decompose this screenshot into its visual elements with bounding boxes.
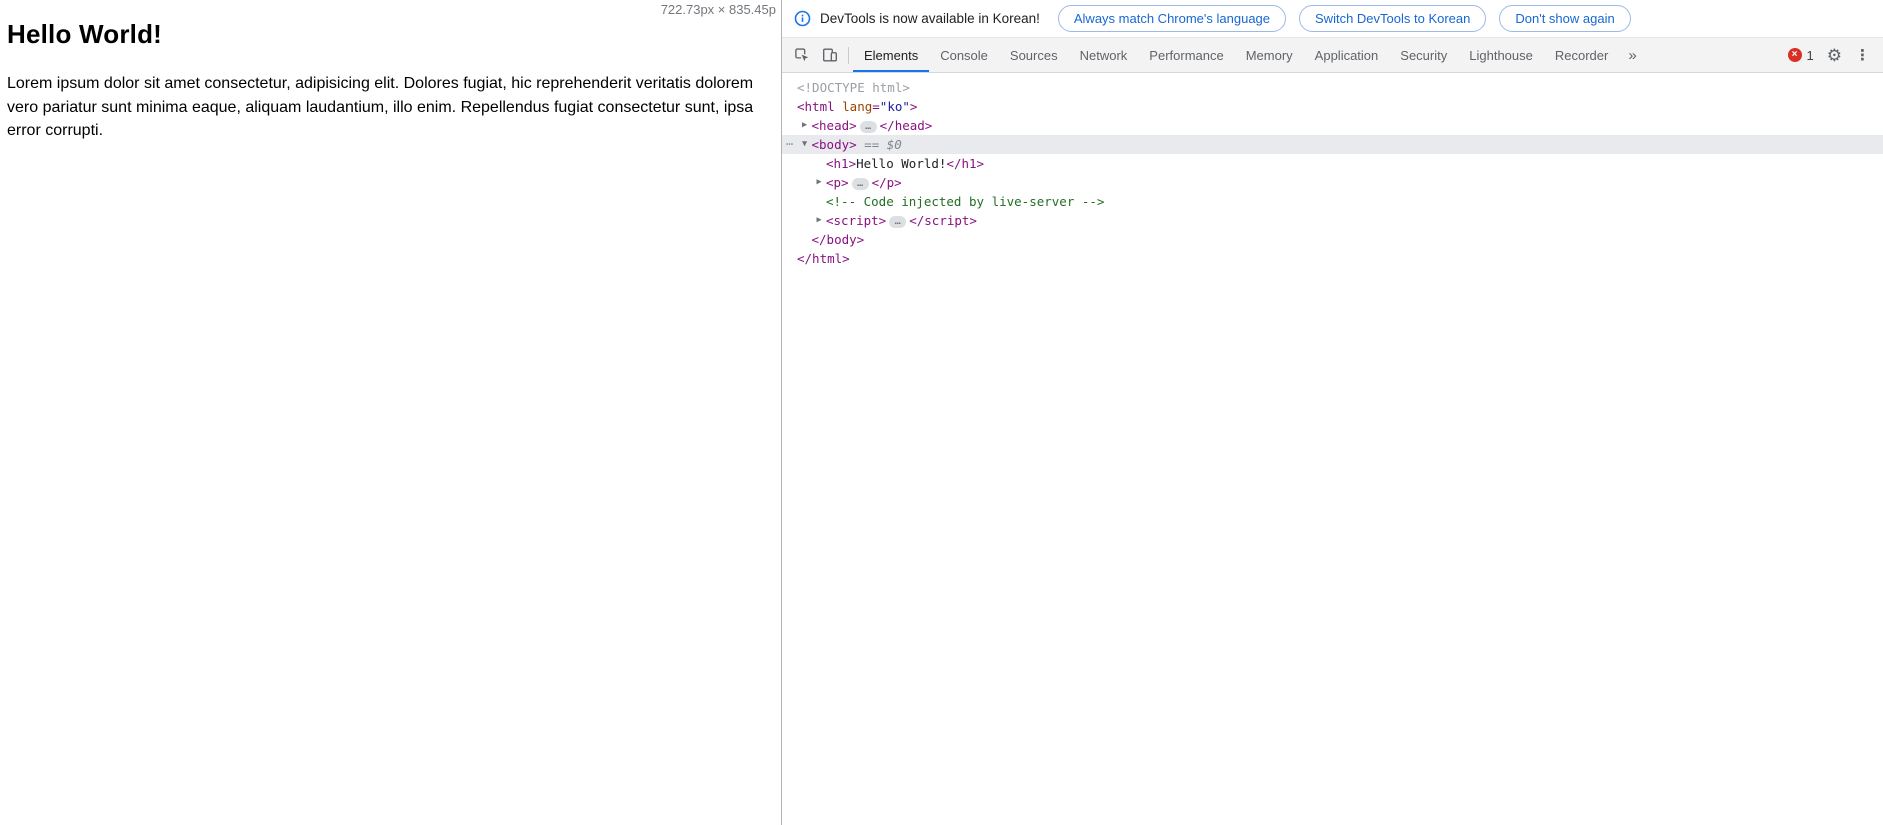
- browser-window: Hello World! Lorem ipsum dolor sit amet …: [0, 0, 1883, 825]
- token-tag: </h1>: [946, 156, 985, 171]
- device-toolbar-icon[interactable]: [816, 38, 844, 72]
- dom-tree-row[interactable]: <h1>Hello World!</h1>: [782, 154, 1883, 173]
- token-ellipsis: …: [859, 121, 877, 133]
- token-ellipsis: …: [889, 216, 907, 228]
- page-heading: Hello World!: [7, 19, 163, 49]
- expand-arrow-icon[interactable]: ▶: [813, 211, 825, 230]
- dom-tree-row[interactable]: ▶ <script>… </script>: [782, 211, 1883, 230]
- infobar-buttons: Always match Chrome's language Switch Dev…: [1057, 5, 1631, 32]
- token-comment: <!-- Code injected by live-server -->: [826, 194, 1105, 209]
- page-viewport: Hello World! Lorem ipsum dolor sit amet …: [0, 0, 781, 825]
- tab-application[interactable]: Application: [1304, 38, 1390, 72]
- tab-memory[interactable]: Memory: [1235, 38, 1304, 72]
- token-tag: </script>: [909, 213, 977, 228]
- token-attr: lang: [842, 99, 873, 114]
- info-icon: [794, 10, 811, 27]
- tab-lighthouse[interactable]: Lighthouse: [1458, 38, 1544, 72]
- expand-arrow-icon[interactable]: ▶: [799, 116, 811, 135]
- token-tag: =: [872, 99, 880, 114]
- devtools-panel: DevTools is now available in Korean! Alw…: [781, 0, 1883, 825]
- devtools-tabs: Elements Console Sources Network Performance…: [853, 38, 1619, 72]
- token-tag: <p>: [826, 175, 849, 190]
- token-tag: <html: [797, 99, 843, 114]
- token-doctype: <!DOCTYPE html>: [797, 80, 910, 95]
- tab-network[interactable]: Network: [1069, 38, 1139, 72]
- tab-sources[interactable]: Sources: [999, 38, 1069, 72]
- token-ellipsis: …: [851, 178, 869, 190]
- dom-tree-row[interactable]: </body>: [782, 230, 1883, 249]
- settings-gear-icon[interactable]: ⚙: [1827, 47, 1842, 64]
- dom-tree-row[interactable]: … ▼ <body> == $0: [782, 132, 1883, 154]
- more-tabs-icon[interactable]: »: [1619, 38, 1645, 72]
- collapse-arrow-icon[interactable]: ▼: [799, 135, 811, 154]
- tab-security[interactable]: Security: [1389, 38, 1458, 72]
- page-paragraph: Lorem ipsum dolor sit amet consectetur, …: [7, 75, 754, 139]
- tab-performance[interactable]: Performance: [1138, 38, 1234, 72]
- dom-tree-row[interactable]: ▶ <head>… </head>: [782, 116, 1883, 135]
- token-meta: == $0: [856, 137, 902, 152]
- token-val: "ko": [879, 99, 910, 114]
- dom-tree-row[interactable]: <!DOCTYPE html>: [782, 78, 1883, 97]
- dom-tree-row[interactable]: <!-- Code injected by live-server -->: [782, 192, 1883, 211]
- token-tag: <body>: [811, 137, 857, 152]
- infobar-message: DevTools is now available in Korean!: [820, 11, 1040, 26]
- infobar-button-1[interactable]: Switch DevTools to Korean: [1299, 5, 1487, 32]
- token-tag: </body>: [811, 232, 865, 247]
- toolbar-separator: [848, 46, 849, 64]
- token-tag: <head>: [811, 118, 857, 133]
- token-tag: <h1>: [826, 156, 857, 171]
- dom-tree: <!DOCTYPE html> <html lang="ko"> ▶ <head>… <…: [782, 73, 1883, 825]
- console-error-badge[interactable]: × 1: [1787, 47, 1814, 63]
- devtools-toolbar: Elements Console Sources Network Performance…: [782, 38, 1883, 73]
- dom-tree-row[interactable]: ▶ <p>… </p>: [782, 173, 1883, 192]
- token-tag: >: [909, 99, 918, 114]
- viewport-size-overlay: 722.73px × 835.45p: [660, 2, 776, 17]
- dom-tree-row[interactable]: <html lang="ko">: [782, 97, 1883, 116]
- infobar-button-0[interactable]: Always match Chrome's language: [1057, 5, 1287, 32]
- error-count: 1: [1806, 47, 1814, 63]
- token-tag: <script>: [826, 213, 887, 228]
- inspect-element-icon[interactable]: [788, 38, 816, 72]
- devtools-menu-icon[interactable]: ⋮: [1855, 48, 1870, 63]
- tab-elements[interactable]: Elements: [853, 38, 929, 72]
- tab-recorder[interactable]: Recorder: [1544, 38, 1619, 72]
- error-icon: ×: [1787, 48, 1802, 62]
- token-tag: </head>: [879, 118, 933, 133]
- node-menu-icon[interactable]: …: [786, 132, 794, 151]
- dom-tree-row[interactable]: </html>: [782, 249, 1883, 268]
- toolbar-right: × 1 ⚙ ⋮: [1787, 38, 1883, 72]
- expand-arrow-icon[interactable]: ▶: [813, 173, 825, 192]
- token-text: Hello World!: [856, 156, 947, 171]
- token-tag: </p>: [871, 175, 902, 190]
- tab-console[interactable]: Console: [929, 38, 999, 72]
- token-tag: </html>: [797, 251, 850, 266]
- devtools-language-infobar: DevTools is now available in Korean! Alw…: [782, 0, 1883, 38]
- infobar-button-2[interactable]: Don't show again: [1499, 5, 1631, 32]
